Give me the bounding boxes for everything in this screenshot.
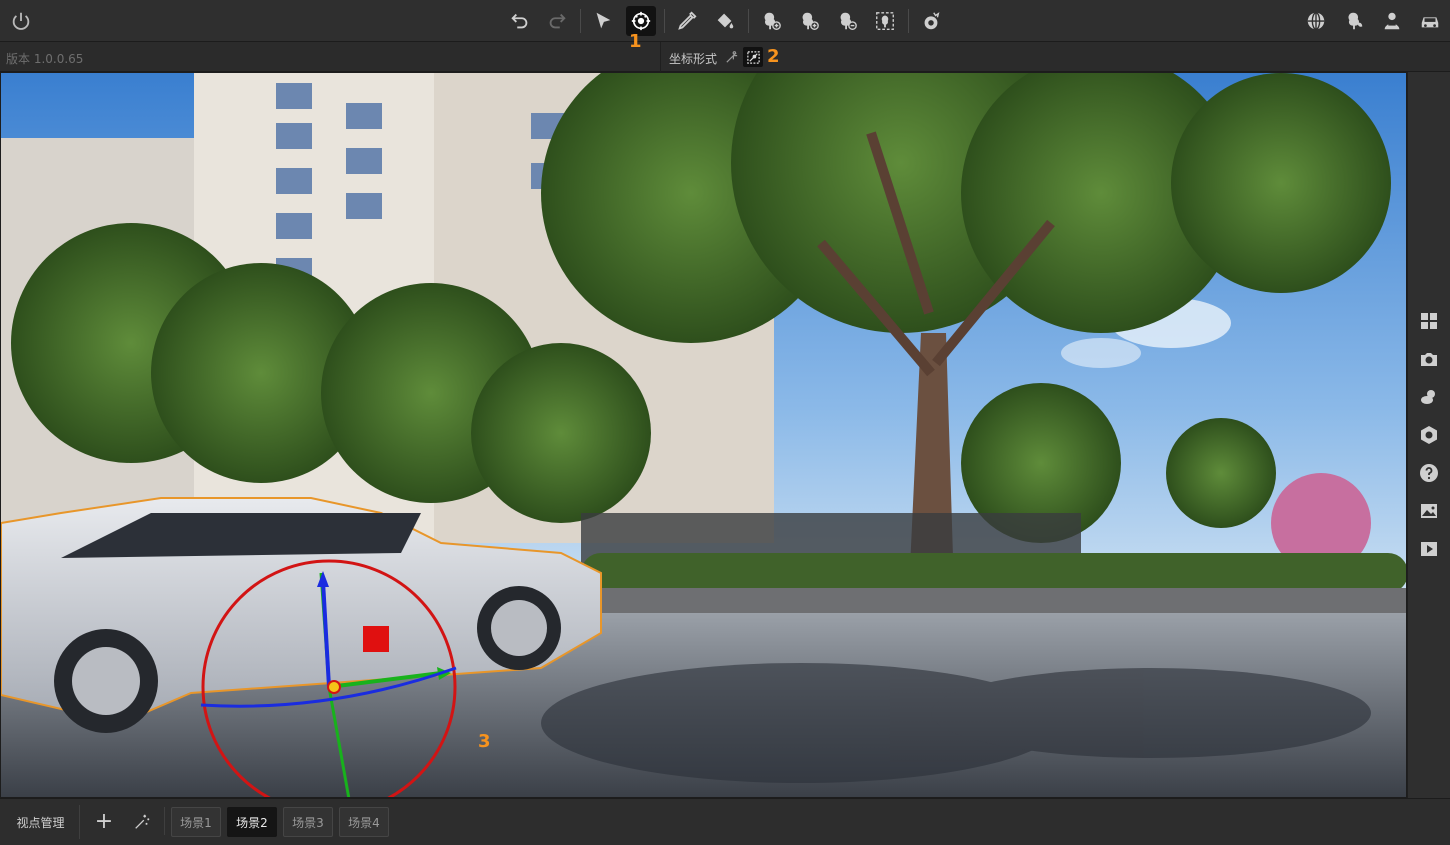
scene-tab-1[interactable]: 场景1 — [171, 807, 221, 837]
car-icon[interactable] — [1415, 6, 1445, 36]
viewpoint-manager-button[interactable]: 视点管理 — [2, 805, 80, 839]
redo-icon[interactable] — [542, 6, 572, 36]
settings-icon[interactable] — [1418, 424, 1440, 446]
toolbar-divider — [748, 9, 749, 33]
weather-effect-icon[interactable] — [916, 6, 946, 36]
tree-add-alt-icon[interactable] — [794, 6, 824, 36]
tree-select-icon[interactable] — [870, 6, 900, 36]
character-icon[interactable] — [1377, 6, 1407, 36]
scene-bar: 视点管理 + 场景1 场景2 场景3 场景4 — [0, 798, 1450, 845]
scene-tab-2[interactable]: 场景2 — [227, 807, 277, 837]
undo-icon[interactable] — [505, 6, 535, 36]
annotation-1: 1 — [629, 31, 642, 52]
toolbar-divider — [908, 9, 909, 33]
coordinate-mode-label: 坐标形式 — [669, 52, 718, 66]
vegetation-icon[interactable] — [1339, 6, 1369, 36]
scene-render — [1, 73, 1406, 797]
tree-add-icon[interactable] — [756, 6, 786, 36]
add-scene-button[interactable]: + — [93, 811, 115, 833]
help-icon[interactable] — [1418, 462, 1440, 484]
local-coord-icon[interactable] — [743, 47, 763, 67]
status-subbar: 版本 1.0.0.65 坐标形式 — [0, 42, 1450, 72]
toolbar-divider — [580, 9, 581, 33]
plus-icon: + — [94, 809, 114, 834]
annotation-3: 3 — [478, 731, 491, 752]
scene-tab-3[interactable]: 场景3 — [283, 807, 333, 837]
app-window: 版本 1.0.0.65 坐标形式 1 2 3 视点管理 + 场景1 场景2 场景… — [0, 0, 1450, 845]
select-arrow-icon[interactable] — [588, 6, 618, 36]
grid-view-icon[interactable] — [1418, 310, 1440, 332]
play-icon[interactable] — [1418, 538, 1440, 560]
weather-icon[interactable] — [1418, 386, 1440, 408]
globe-icon[interactable] — [1301, 6, 1331, 36]
main-toolbar — [0, 0, 1450, 42]
power-icon[interactable] — [6, 6, 36, 36]
tree-remove-icon[interactable] — [832, 6, 862, 36]
toolbar-divider — [664, 9, 665, 33]
right-sidebar — [1407, 72, 1450, 798]
world-coord-icon[interactable] — [721, 47, 741, 67]
pen-tool-icon[interactable] — [672, 6, 702, 36]
magic-wand-icon[interactable] — [131, 811, 153, 833]
bottom-divider — [164, 807, 165, 835]
version-label: 版本 1.0.0.65 — [6, 52, 84, 66]
image-icon[interactable] — [1418, 500, 1440, 522]
annotation-2: 2 — [767, 46, 780, 67]
paint-bucket-icon[interactable] — [710, 6, 740, 36]
3d-viewport[interactable] — [0, 72, 1407, 798]
camera-icon[interactable] — [1418, 348, 1440, 370]
scene-tab-4[interactable]: 场景4 — [339, 807, 389, 837]
